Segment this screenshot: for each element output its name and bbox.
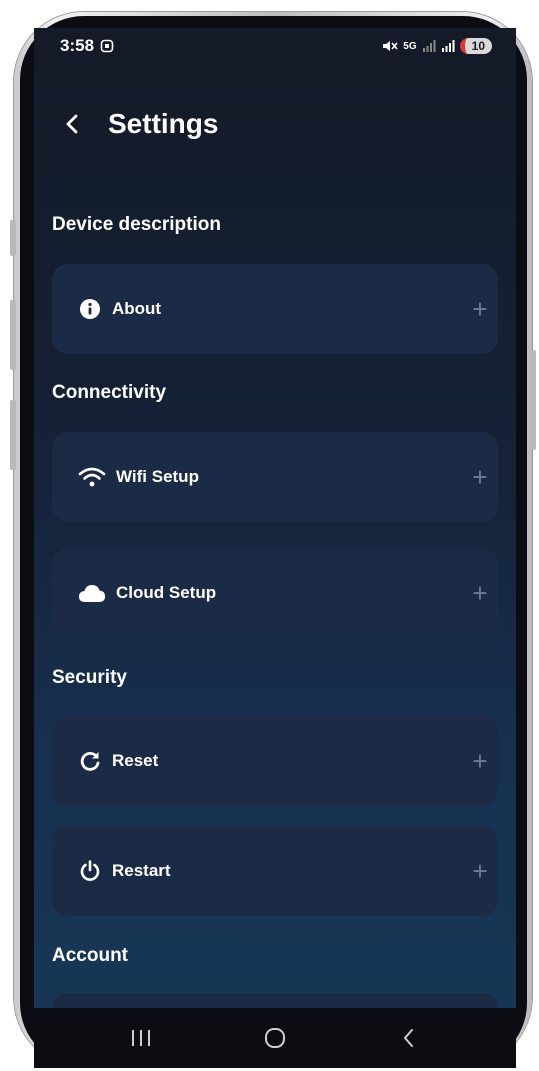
home-icon — [265, 1028, 285, 1048]
status-time: 3:58 — [60, 36, 114, 56]
page-header: Settings — [58, 104, 218, 144]
settings-item-label: Cloud Setup — [116, 583, 217, 602]
status-bar: 3:58 5G 10 — [34, 28, 516, 64]
settings-item-label: Restart — [112, 861, 171, 880]
chevron-left-icon — [404, 1029, 413, 1047]
wifi-icon — [78, 465, 106, 489]
section-title-security: Security — [52, 667, 127, 688]
phone-side-button — [10, 300, 16, 370]
page-title: Settings — [108, 108, 219, 139]
phone-side-button — [10, 400, 16, 470]
settings-item-wifi-setup[interactable]: Wifi Setup + — [52, 432, 498, 522]
settings-item-reset[interactable]: Reset + — [52, 716, 498, 806]
info-icon — [78, 297, 102, 321]
power-icon — [78, 859, 102, 883]
settings-item-label: Wifi Setup — [116, 467, 199, 486]
screenshot-icon — [100, 39, 114, 53]
network-type-label: 5G — [403, 40, 417, 52]
settings-item-restart[interactable]: Restart + — [52, 826, 498, 916]
settings-item-account-partial[interactable] — [52, 993, 498, 1008]
refresh-icon — [78, 749, 102, 773]
expand-plus-icon[interactable]: + — [468, 464, 492, 490]
signal-icon — [422, 40, 436, 52]
back-button[interactable] — [58, 104, 86, 144]
status-icons: 5G 10 — [382, 38, 492, 54]
recent-apps-button[interactable] — [121, 1018, 161, 1058]
section-title-account: Account — [52, 945, 128, 966]
section-title-connectivity: Connectivity — [52, 382, 167, 403]
signal-icon — [441, 40, 455, 52]
home-button[interactable] — [255, 1018, 295, 1058]
battery-indicator: 10 — [459, 38, 492, 54]
settings-item-label: Reset — [112, 751, 159, 770]
section-title-device-description: Device description — [52, 214, 221, 235]
cloud-icon — [78, 581, 106, 605]
expand-plus-icon[interactable]: + — [468, 296, 492, 322]
settings-item-label: About — [112, 299, 162, 318]
phone-side-button — [531, 350, 536, 450]
system-navigation-bar — [34, 1008, 516, 1068]
back-nav-button[interactable] — [389, 1018, 429, 1058]
phone-side-button — [10, 220, 16, 256]
expand-plus-icon[interactable]: + — [468, 580, 492, 606]
expand-plus-icon[interactable]: + — [468, 858, 492, 884]
status-time-text: 3:58 — [60, 36, 95, 55]
recent-apps-icon — [132, 1030, 150, 1046]
expand-plus-icon[interactable]: + — [468, 748, 492, 774]
settings-item-about[interactable]: About + — [52, 264, 498, 354]
mute-icon — [383, 41, 398, 51]
chevron-left-icon — [66, 114, 78, 134]
settings-item-cloud-setup[interactable]: Cloud Setup + — [52, 548, 498, 638]
